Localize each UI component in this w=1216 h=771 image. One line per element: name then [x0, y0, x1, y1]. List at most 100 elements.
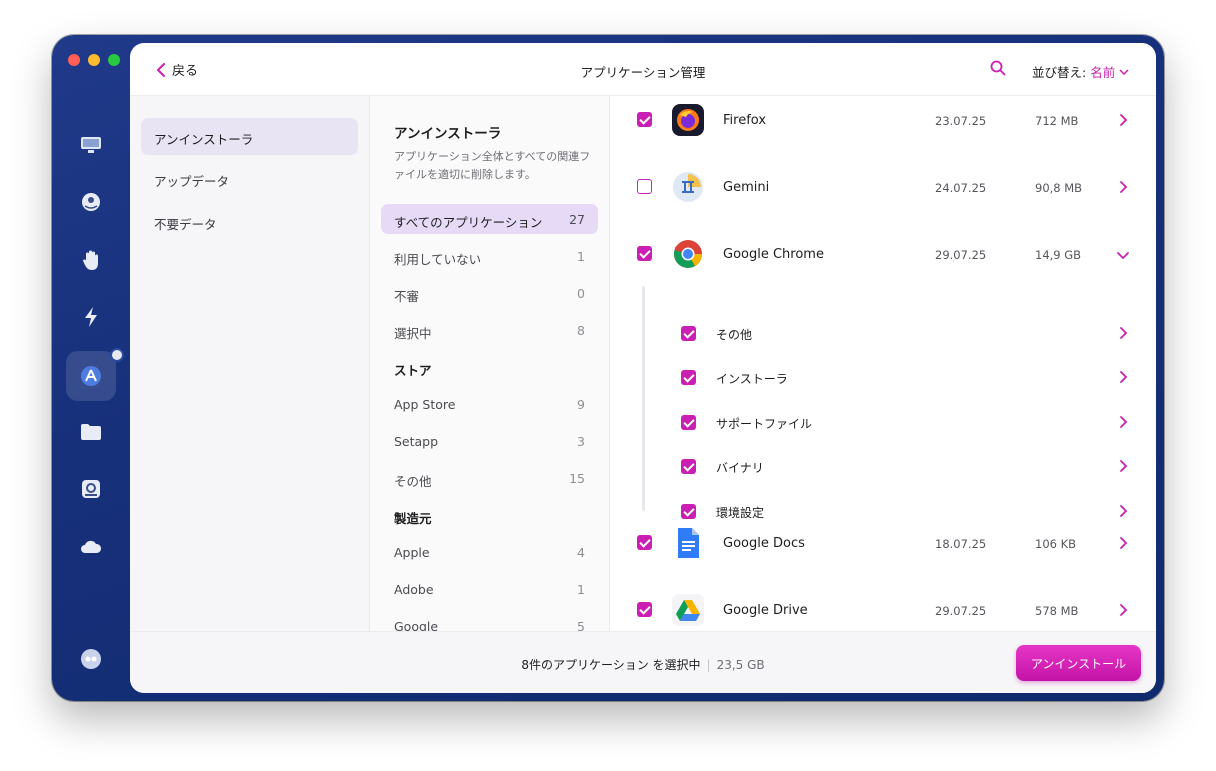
uninstall-button[interactable]: アンインストール — [1016, 645, 1141, 681]
subitem-checkbox[interactable] — [681, 459, 696, 474]
category-label: Setapp — [394, 434, 439, 449]
app-row-gemini[interactable]: Gemini 24.07.25 90,8 MB — [610, 159, 1156, 215]
space-lens-icon[interactable] — [78, 476, 104, 502]
applications-icon[interactable] — [78, 363, 104, 389]
chevron-down-icon — [1119, 68, 1129, 75]
app-window: 戻る アプリケーション管理 並び替え: 名前 アンインストーラ アップデータ 不… — [52, 35, 1164, 701]
app-row-chrome[interactable]: Google Chrome 29.07.25 14,9 GB — [610, 226, 1156, 282]
category-label: 不審 — [394, 289, 420, 304]
app-size: 712 MB — [1035, 114, 1079, 128]
chrome-icon — [671, 237, 705, 271]
app-size: 14,9 GB — [1035, 248, 1082, 262]
app-date: 29.07.25 — [935, 248, 987, 262]
category-suspicious[interactable]: 不審 0 — [381, 278, 598, 308]
summary-divider: | — [706, 658, 711, 672]
category-count: 1 — [577, 582, 585, 597]
subitem-name: サポートファイル — [716, 417, 813, 431]
app-date: 23.07.25 — [935, 114, 987, 128]
category-heading: アンインストーラ — [394, 126, 502, 142]
app-checkbox[interactable] — [637, 246, 652, 261]
app-checkbox[interactable] — [637, 112, 652, 127]
store-heading: ストア — [394, 363, 432, 378]
category-label: その他 — [394, 474, 432, 489]
app-list: Firefox 23.07.25 712 MB Gemini 24.07.25 … — [610, 96, 1156, 631]
nav-item-uninstaller[interactable]: アンインストーラ — [141, 118, 358, 155]
search-icon[interactable] — [990, 60, 1008, 78]
category-setapp[interactable]: Setapp 3 — [381, 426, 598, 456]
category-panel: アンインストーラ アプリケーション全体とすべての関連ファイルを適切に削除します。… — [370, 96, 610, 631]
category-apple[interactable]: Apple 4 — [381, 537, 598, 567]
subitem-name: バイナリ — [716, 461, 764, 475]
app-row-firefox[interactable]: Firefox 23.07.25 712 MB — [610, 96, 1156, 148]
assistant-icon[interactable] — [78, 646, 104, 672]
chevron-down-icon[interactable] — [1116, 248, 1130, 262]
main-panel: 戻る アプリケーション管理 並び替え: 名前 アンインストーラ アップデータ 不… — [130, 43, 1156, 693]
category-all-apps[interactable]: すべてのアプリケーション 27 — [381, 204, 598, 234]
gemini-icon — [671, 170, 705, 204]
category-google[interactable]: Google 5 — [381, 611, 598, 631]
chevron-right-icon[interactable] — [1116, 113, 1130, 127]
category-label: 選択中 — [394, 326, 432, 341]
category-app-store[interactable]: App Store 9 — [381, 389, 598, 419]
app-checkbox[interactable] — [637, 535, 652, 550]
subitem-checkbox[interactable] — [681, 326, 696, 341]
sort-value: 名前 — [1090, 65, 1116, 80]
category-count: 3 — [577, 434, 585, 449]
category-label: Google — [394, 619, 439, 631]
chevron-right-icon[interactable] — [1116, 603, 1130, 617]
chevron-right-icon[interactable] — [1116, 459, 1130, 473]
chevron-right-icon[interactable] — [1116, 370, 1130, 384]
nav-item-leftovers[interactable]: 不要データ — [141, 203, 358, 240]
category-adobe[interactable]: Adobe 1 — [381, 574, 598, 604]
chevron-right-icon[interactable] — [1116, 415, 1130, 429]
category-count: 4 — [577, 545, 585, 560]
files-folder-icon[interactable] — [78, 419, 104, 445]
monitor-icon[interactable] — [78, 132, 104, 158]
sort-dropdown[interactable]: 並び替え: 名前 — [1032, 62, 1129, 81]
app-size: 90,8 MB — [1035, 181, 1083, 195]
subitem-name: インストーラ — [716, 372, 788, 386]
app-row-google-drive[interactable]: Google Drive 29.07.25 578 MB — [610, 582, 1156, 631]
subitem-row-other[interactable]: その他 — [610, 326, 1156, 370]
footer-bar: 8件のアプリケーション を選択中 | 23,5 GB アンインストール — [130, 631, 1156, 693]
category-other[interactable]: その他 15 — [381, 463, 598, 493]
chevron-right-icon[interactable] — [1116, 536, 1130, 550]
total-size: 23,5 GB — [716, 658, 765, 672]
module-sidebar — [52, 35, 130, 701]
google-docs-icon — [671, 526, 705, 560]
chevron-right-icon[interactable] — [1116, 180, 1130, 194]
app-date: 24.07.25 — [935, 181, 987, 195]
subitem-row-support-files[interactable]: サポートファイル — [610, 415, 1156, 459]
subitem-row-installer[interactable]: インストーラ — [610, 370, 1156, 414]
app-row-google-docs[interactable]: Google Docs 18.07.25 106 KB — [610, 515, 1156, 571]
subitem-checkbox[interactable] — [681, 370, 696, 385]
subitem-checkbox[interactable] — [681, 415, 696, 430]
firefox-icon — [671, 103, 705, 137]
cloud-icon[interactable] — [78, 534, 104, 560]
protection-icon[interactable] — [78, 189, 104, 215]
nav-item-updater[interactable]: アップデータ — [141, 160, 358, 197]
chevron-right-icon[interactable] — [1116, 326, 1130, 340]
category-label: Apple — [394, 545, 430, 560]
subitem-row-binary[interactable]: バイナリ — [610, 459, 1156, 503]
module-nav: アンインストーラ アップデータ 不要データ — [130, 96, 370, 631]
privacy-hand-icon[interactable] — [78, 247, 104, 273]
category-count: 0 — [577, 286, 585, 301]
speed-bolt-icon[interactable] — [78, 304, 104, 330]
sort-label: 並び替え: — [1032, 65, 1087, 80]
category-count: 5 — [577, 619, 585, 631]
selection-summary: 8件のアプリケーション を選択中 | 23,5 GB — [130, 656, 1156, 673]
category-count: 27 — [569, 212, 585, 227]
category-label: App Store — [394, 397, 456, 412]
category-count: 9 — [577, 397, 585, 412]
app-checkbox[interactable] — [637, 179, 652, 194]
category-selected[interactable]: 選択中 8 — [381, 315, 598, 345]
app-name: Google Docs — [723, 536, 805, 551]
selection-text: 8件のアプリケーション を選択中 — [521, 658, 701, 672]
google-drive-icon — [671, 593, 705, 627]
app-name: Google Chrome — [723, 247, 824, 262]
category-label: Adobe — [394, 582, 434, 597]
app-size: 578 MB — [1035, 604, 1079, 618]
category-unused[interactable]: 利用していない 1 — [381, 241, 598, 271]
app-checkbox[interactable] — [637, 602, 652, 617]
